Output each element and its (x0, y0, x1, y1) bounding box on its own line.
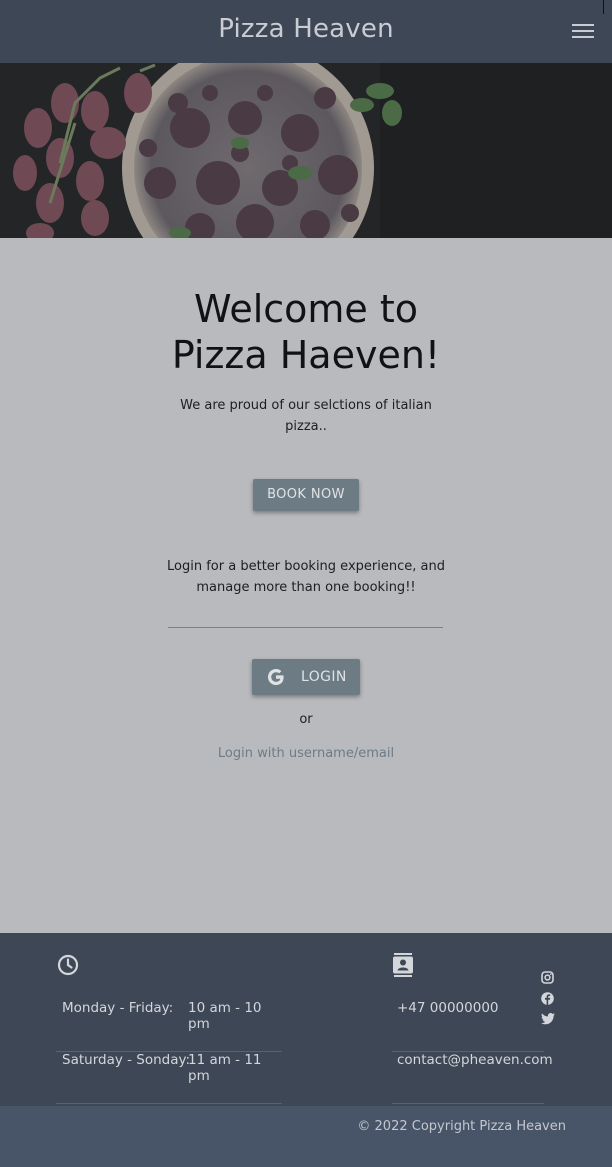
hours-row-weekdays: Monday - Friday: 10 am - 10 pm (56, 1000, 282, 1052)
brand-title[interactable]: Pizza Heaven (0, 14, 612, 44)
hours-row-weekend: Saturday - Sonday: 11 am - 11 pm (56, 1052, 282, 1104)
phone-number[interactable]: +47 00000000 (397, 1000, 499, 1016)
intro-text: We are proud of our selctions of italian… (180, 398, 432, 434)
hero-image (0, 63, 612, 238)
contact-card-icon (393, 953, 413, 977)
google-login-button[interactable]: LOGIN (252, 659, 360, 695)
copyright-bar: © 2022 Copyright Pizza Heaven (0, 1106, 612, 1167)
hours-time: 11 am - 11 pm (188, 1052, 262, 1084)
book-now-button[interactable]: BOOK NOW (253, 479, 359, 511)
welcome-title: Welcome to Pizza Haeven! (0, 286, 612, 378)
contact-email: contact@pheaven.com (392, 1052, 553, 1104)
hamburger-menu-icon[interactable] (572, 24, 594, 40)
contact-phone: +47 00000000 (392, 1000, 544, 1052)
divider (168, 627, 443, 628)
footer: Monday - Friday: 10 am - 10 pm Saturday … (0, 933, 612, 1106)
username-email-login-link[interactable]: Login with username/email (0, 746, 612, 761)
clock-icon (57, 954, 79, 976)
twitter-icon[interactable] (541, 1013, 555, 1025)
hours-day: Saturday - Sonday: (62, 1052, 191, 1068)
google-icon (268, 669, 284, 685)
email-address[interactable]: contact@pheaven.com (397, 1052, 553, 1068)
hours-day: Monday - Friday: (62, 1000, 174, 1016)
navbar: Pizza Heaven (0, 0, 612, 63)
instagram-icon[interactable] (541, 971, 554, 984)
welcome-title-line2: Pizza Haeven! (171, 333, 441, 377)
copyright-text: © 2022 Copyright Pizza Heaven (357, 1119, 566, 1134)
welcome-title-line1: Welcome to (193, 287, 419, 331)
facebook-icon[interactable] (541, 992, 554, 1005)
login-button-label: LOGIN (301, 669, 347, 685)
hours-time: 10 am - 10 pm (188, 1000, 262, 1032)
scrollbar (603, 0, 604, 14)
login-prompt-text: Login for a better booking experience, a… (167, 559, 445, 595)
or-separator: or (299, 712, 313, 727)
